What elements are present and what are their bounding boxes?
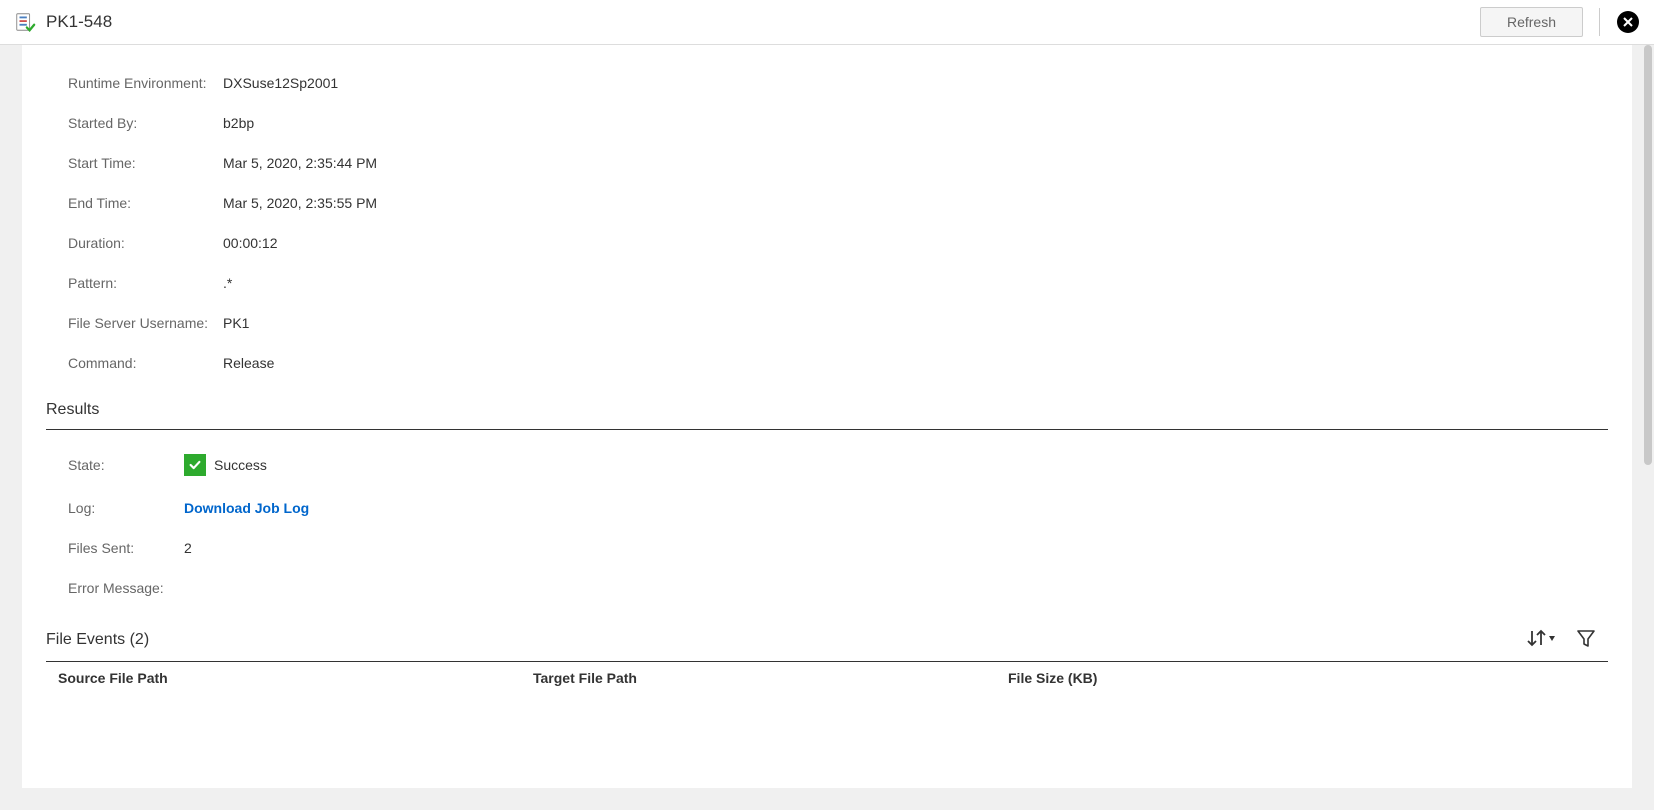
result-error-message: Error Message: — [46, 580, 1608, 596]
detail-label: Started By: — [68, 115, 223, 131]
file-events-header: File Events (2) — [46, 628, 1608, 651]
page-title: PK1-548 — [46, 12, 1480, 32]
section-rule — [46, 429, 1608, 430]
file-events-actions — [1524, 628, 1608, 651]
body-area: Runtime Environment: DXSuse12Sp2001 Star… — [0, 45, 1654, 810]
detail-command: Command: Release — [46, 355, 1608, 371]
detail-pattern: Pattern: .* — [46, 275, 1608, 291]
file-events-table-header: Source File Path Target File Path File S… — [46, 661, 1608, 698]
detail-value: .* — [223, 275, 232, 291]
result-value: Success — [184, 454, 267, 476]
column-file-size[interactable]: File Size (KB) — [1008, 670, 1308, 686]
success-check-icon — [184, 454, 206, 476]
download-job-log-link[interactable]: Download Job Log — [184, 500, 309, 516]
detail-label: End Time: — [68, 195, 223, 211]
result-label: Error Message: — [68, 580, 184, 596]
detail-runtime-env: Runtime Environment: DXSuse12Sp2001 — [46, 75, 1608, 91]
detail-fs-username: File Server Username: PK1 — [46, 315, 1608, 331]
detail-label: File Server Username: — [68, 315, 223, 331]
result-label: Files Sent: — [68, 540, 184, 556]
detail-end-time: End Time: Mar 5, 2020, 2:35:55 PM — [46, 195, 1608, 211]
result-state: State: Success — [46, 454, 1608, 476]
detail-label: Start Time: — [68, 155, 223, 171]
result-log: Log: Download Job Log — [46, 500, 1608, 516]
column-source-file-path[interactable]: Source File Path — [58, 670, 533, 686]
scrollbar[interactable] — [1644, 45, 1652, 465]
refresh-button[interactable]: Refresh — [1480, 7, 1583, 37]
result-files-sent: Files Sent: 2 — [46, 540, 1608, 556]
detail-value: Mar 5, 2020, 2:35:44 PM — [223, 155, 377, 171]
detail-started-by: Started By: b2bp — [46, 115, 1608, 131]
detail-value: Mar 5, 2020, 2:35:55 PM — [223, 195, 377, 211]
detail-start-time: Start Time: Mar 5, 2020, 2:35:44 PM — [46, 155, 1608, 171]
result-value: 2 — [184, 540, 192, 556]
results-heading: Results — [46, 401, 1608, 419]
column-target-file-path[interactable]: Target File Path — [533, 670, 1008, 686]
detail-label: Runtime Environment: — [68, 75, 223, 91]
sort-icon[interactable] — [1524, 628, 1558, 651]
detail-value: DXSuse12Sp2001 — [223, 75, 338, 91]
result-label: State: — [68, 457, 184, 473]
detail-value: Release — [223, 355, 274, 371]
content-panel: Runtime Environment: DXSuse12Sp2001 Star… — [22, 45, 1632, 788]
detail-value: b2bp — [223, 115, 254, 131]
detail-value: PK1 — [223, 315, 249, 331]
detail-label: Command: — [68, 355, 223, 371]
state-text: Success — [214, 457, 267, 473]
detail-duration: Duration: 00:00:12 — [46, 235, 1608, 251]
file-events-heading: File Events (2) — [46, 631, 149, 649]
header-divider — [1599, 8, 1600, 36]
job-icon — [14, 11, 36, 33]
detail-label: Duration: — [68, 235, 223, 251]
close-button[interactable] — [1616, 10, 1640, 34]
page-header: PK1-548 Refresh — [0, 0, 1654, 45]
filter-icon[interactable] — [1576, 628, 1596, 651]
result-label: Log: — [68, 500, 184, 516]
detail-label: Pattern: — [68, 275, 223, 291]
detail-value: 00:00:12 — [223, 235, 278, 251]
